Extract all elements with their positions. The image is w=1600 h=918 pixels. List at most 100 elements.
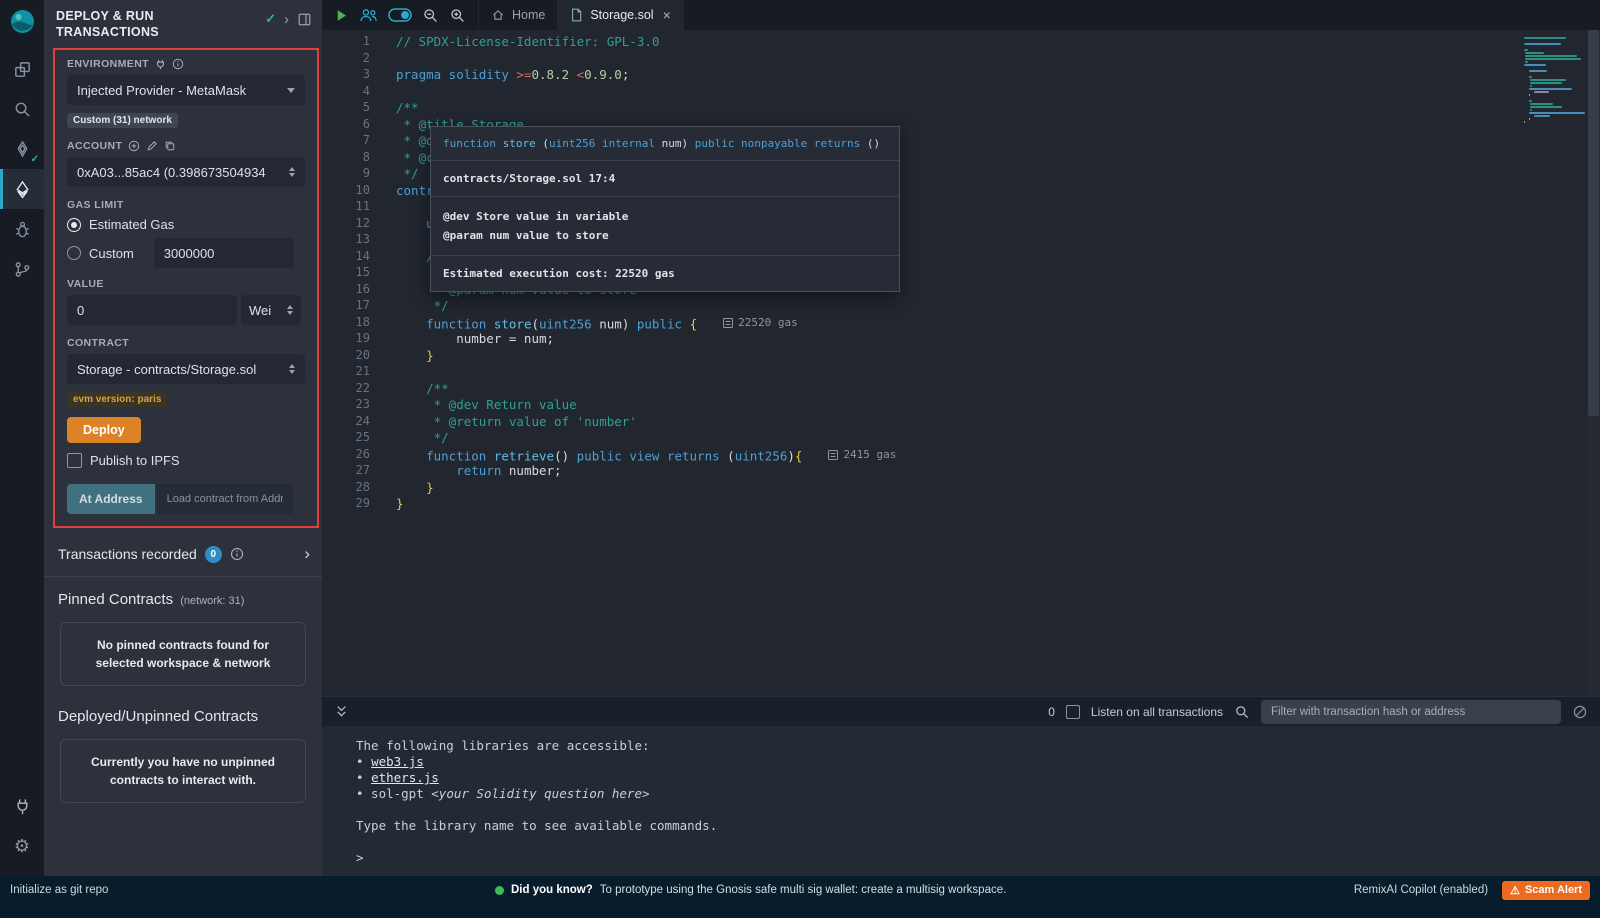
line-number[interactable]: 29 (322, 496, 370, 513)
value-input[interactable] (67, 295, 237, 325)
copy-account-icon[interactable] (164, 140, 176, 152)
code-line[interactable] (396, 84, 1600, 101)
live-collab-people-icon[interactable] (359, 7, 378, 23)
terminal-link[interactable]: ethers.js (371, 770, 439, 785)
estimated-gas-radio[interactable] (67, 218, 81, 232)
listen-all-transactions-checkbox[interactable] (1066, 705, 1080, 719)
line-number[interactable]: 27 (322, 463, 370, 480)
sidebar-item-solidity-compiler[interactable]: ✓ (0, 129, 44, 169)
tab-storage-sol[interactable]: Storage.sol × (557, 0, 683, 30)
code-line[interactable]: return number; (396, 463, 1600, 480)
sidebar-item-workspaces[interactable] (0, 49, 44, 89)
line-number[interactable]: 23 (322, 397, 370, 414)
code-line[interactable]: */ (396, 298, 1600, 315)
line-number[interactable]: 17 (322, 298, 370, 315)
deploy-button[interactable]: Deploy (67, 417, 141, 443)
contract-select[interactable]: Storage - contracts/Storage.sol (67, 354, 305, 384)
line-number[interactable]: 8 (322, 150, 370, 167)
line-number[interactable]: 13 (322, 232, 370, 249)
sidebar-item-settings[interactable]: ⚙ (0, 826, 44, 866)
line-number[interactable]: 26 (322, 447, 370, 464)
sidebar-item-search[interactable] (0, 89, 44, 129)
terminal-line (356, 834, 1600, 850)
tab-home[interactable]: Home (478, 0, 557, 30)
account-select[interactable]: 0xA03...85ac4 (0.398673504934 (67, 157, 305, 187)
line-number[interactable]: 2 (322, 51, 370, 68)
custom-gas-input[interactable] (154, 238, 294, 268)
line-number[interactable]: 14 (322, 249, 370, 266)
publish-ipfs-checkbox[interactable] (67, 453, 82, 468)
line-number[interactable]: 11 (322, 199, 370, 216)
line-number[interactable]: 19 (322, 331, 370, 348)
line-number[interactable]: 1 (322, 34, 370, 51)
line-number[interactable]: 28 (322, 480, 370, 497)
zoom-out-icon[interactable] (422, 7, 439, 24)
code-line[interactable]: number = num; (396, 331, 1600, 348)
edit-account-icon[interactable] (146, 140, 158, 152)
code-line[interactable]: * @return value of 'number' (396, 414, 1600, 431)
line-number[interactable]: 22 (322, 381, 370, 398)
line-number[interactable]: 9 (322, 166, 370, 183)
collapse-terminal-icon[interactable] (334, 704, 349, 719)
line-number[interactable]: 7 (322, 133, 370, 150)
transaction-filter-input[interactable] (1261, 700, 1561, 724)
line-number[interactable]: 16 (322, 282, 370, 299)
code-line[interactable]: /** (396, 381, 1600, 398)
add-account-icon[interactable] (128, 140, 140, 152)
terminal-link[interactable]: web3.js (371, 754, 424, 769)
copilot-status[interactable]: RemixAI Copilot (enabled) (1354, 884, 1488, 896)
panel-expand-chevron-icon[interactable]: › (284, 12, 289, 27)
code-line[interactable] (396, 364, 1600, 381)
code-line[interactable]: /** (396, 100, 1600, 117)
editor-scrollbar[interactable] (1587, 30, 1600, 696)
transactions-expand-chevron-icon[interactable]: › (304, 544, 310, 564)
line-number[interactable]: 3 (322, 67, 370, 84)
sidebar-item-git[interactable] (0, 249, 44, 289)
code-line[interactable]: } (396, 496, 1600, 513)
terminal-search-icon[interactable] (1234, 704, 1250, 720)
scrollbar-thumb[interactable] (1588, 30, 1599, 416)
minimap[interactable] (1524, 36, 1584, 124)
code-line[interactable]: function retrieve() public view returns … (396, 447, 1600, 464)
value-unit-select[interactable]: Wei (241, 295, 301, 325)
remix-logo-icon[interactable] (9, 8, 36, 35)
info-icon[interactable] (172, 58, 184, 70)
code-line[interactable]: */ (396, 430, 1600, 447)
code-line[interactable]: pragma solidity >=0.8.2 <0.9.0; (396, 67, 1600, 84)
line-number[interactable]: 20 (322, 348, 370, 365)
toggle-switch-icon[interactable] (388, 8, 412, 22)
line-number[interactable]: 15 (322, 265, 370, 282)
code-line[interactable]: function store(uint256 num) public {2252… (396, 315, 1600, 332)
custom-gas-radio[interactable] (67, 246, 81, 260)
zoom-in-icon[interactable] (449, 7, 466, 24)
terminal[interactable]: The following libraries are accessible:•… (322, 726, 1600, 876)
line-number[interactable]: 18 (322, 315, 370, 332)
sidebar-item-plugin-manager[interactable] (0, 786, 44, 826)
at-address-input[interactable] (157, 484, 293, 514)
scam-alert-badge[interactable]: ⚠ Scam Alert (1502, 881, 1590, 900)
code-line[interactable]: // SPDX-License-Identifier: GPL-3.0 (396, 34, 1600, 51)
run-script-icon[interactable] (334, 8, 349, 23)
line-number[interactable]: 24 (322, 414, 370, 431)
git-init-button[interactable]: Initialize as git repo (10, 884, 108, 896)
code-line[interactable]: } (396, 480, 1600, 497)
code-editor[interactable]: 1234567891011121314151617181920212223242… (322, 30, 1600, 696)
line-number[interactable]: 10 (322, 183, 370, 200)
code-line[interactable]: } (396, 348, 1600, 365)
line-number[interactable]: 12 (322, 216, 370, 233)
environment-select[interactable]: Injected Provider - MetaMask (67, 75, 305, 105)
panel-pin-icon[interactable] (297, 12, 312, 27)
close-tab-icon[interactable]: × (663, 7, 671, 23)
clear-terminal-icon[interactable] (1572, 704, 1588, 720)
at-address-button[interactable]: At Address (67, 484, 155, 514)
line-number[interactable]: 5 (322, 100, 370, 117)
line-number[interactable]: 4 (322, 84, 370, 101)
code-line[interactable] (396, 51, 1600, 68)
code-line[interactable]: * @dev Return value (396, 397, 1600, 414)
sidebar-item-debugger[interactable] (0, 209, 44, 249)
line-number[interactable]: 6 (322, 117, 370, 134)
line-number[interactable]: 25 (322, 430, 370, 447)
line-number[interactable]: 21 (322, 364, 370, 381)
sidebar-item-deploy-run[interactable] (0, 169, 44, 209)
info-icon[interactable] (230, 547, 244, 561)
